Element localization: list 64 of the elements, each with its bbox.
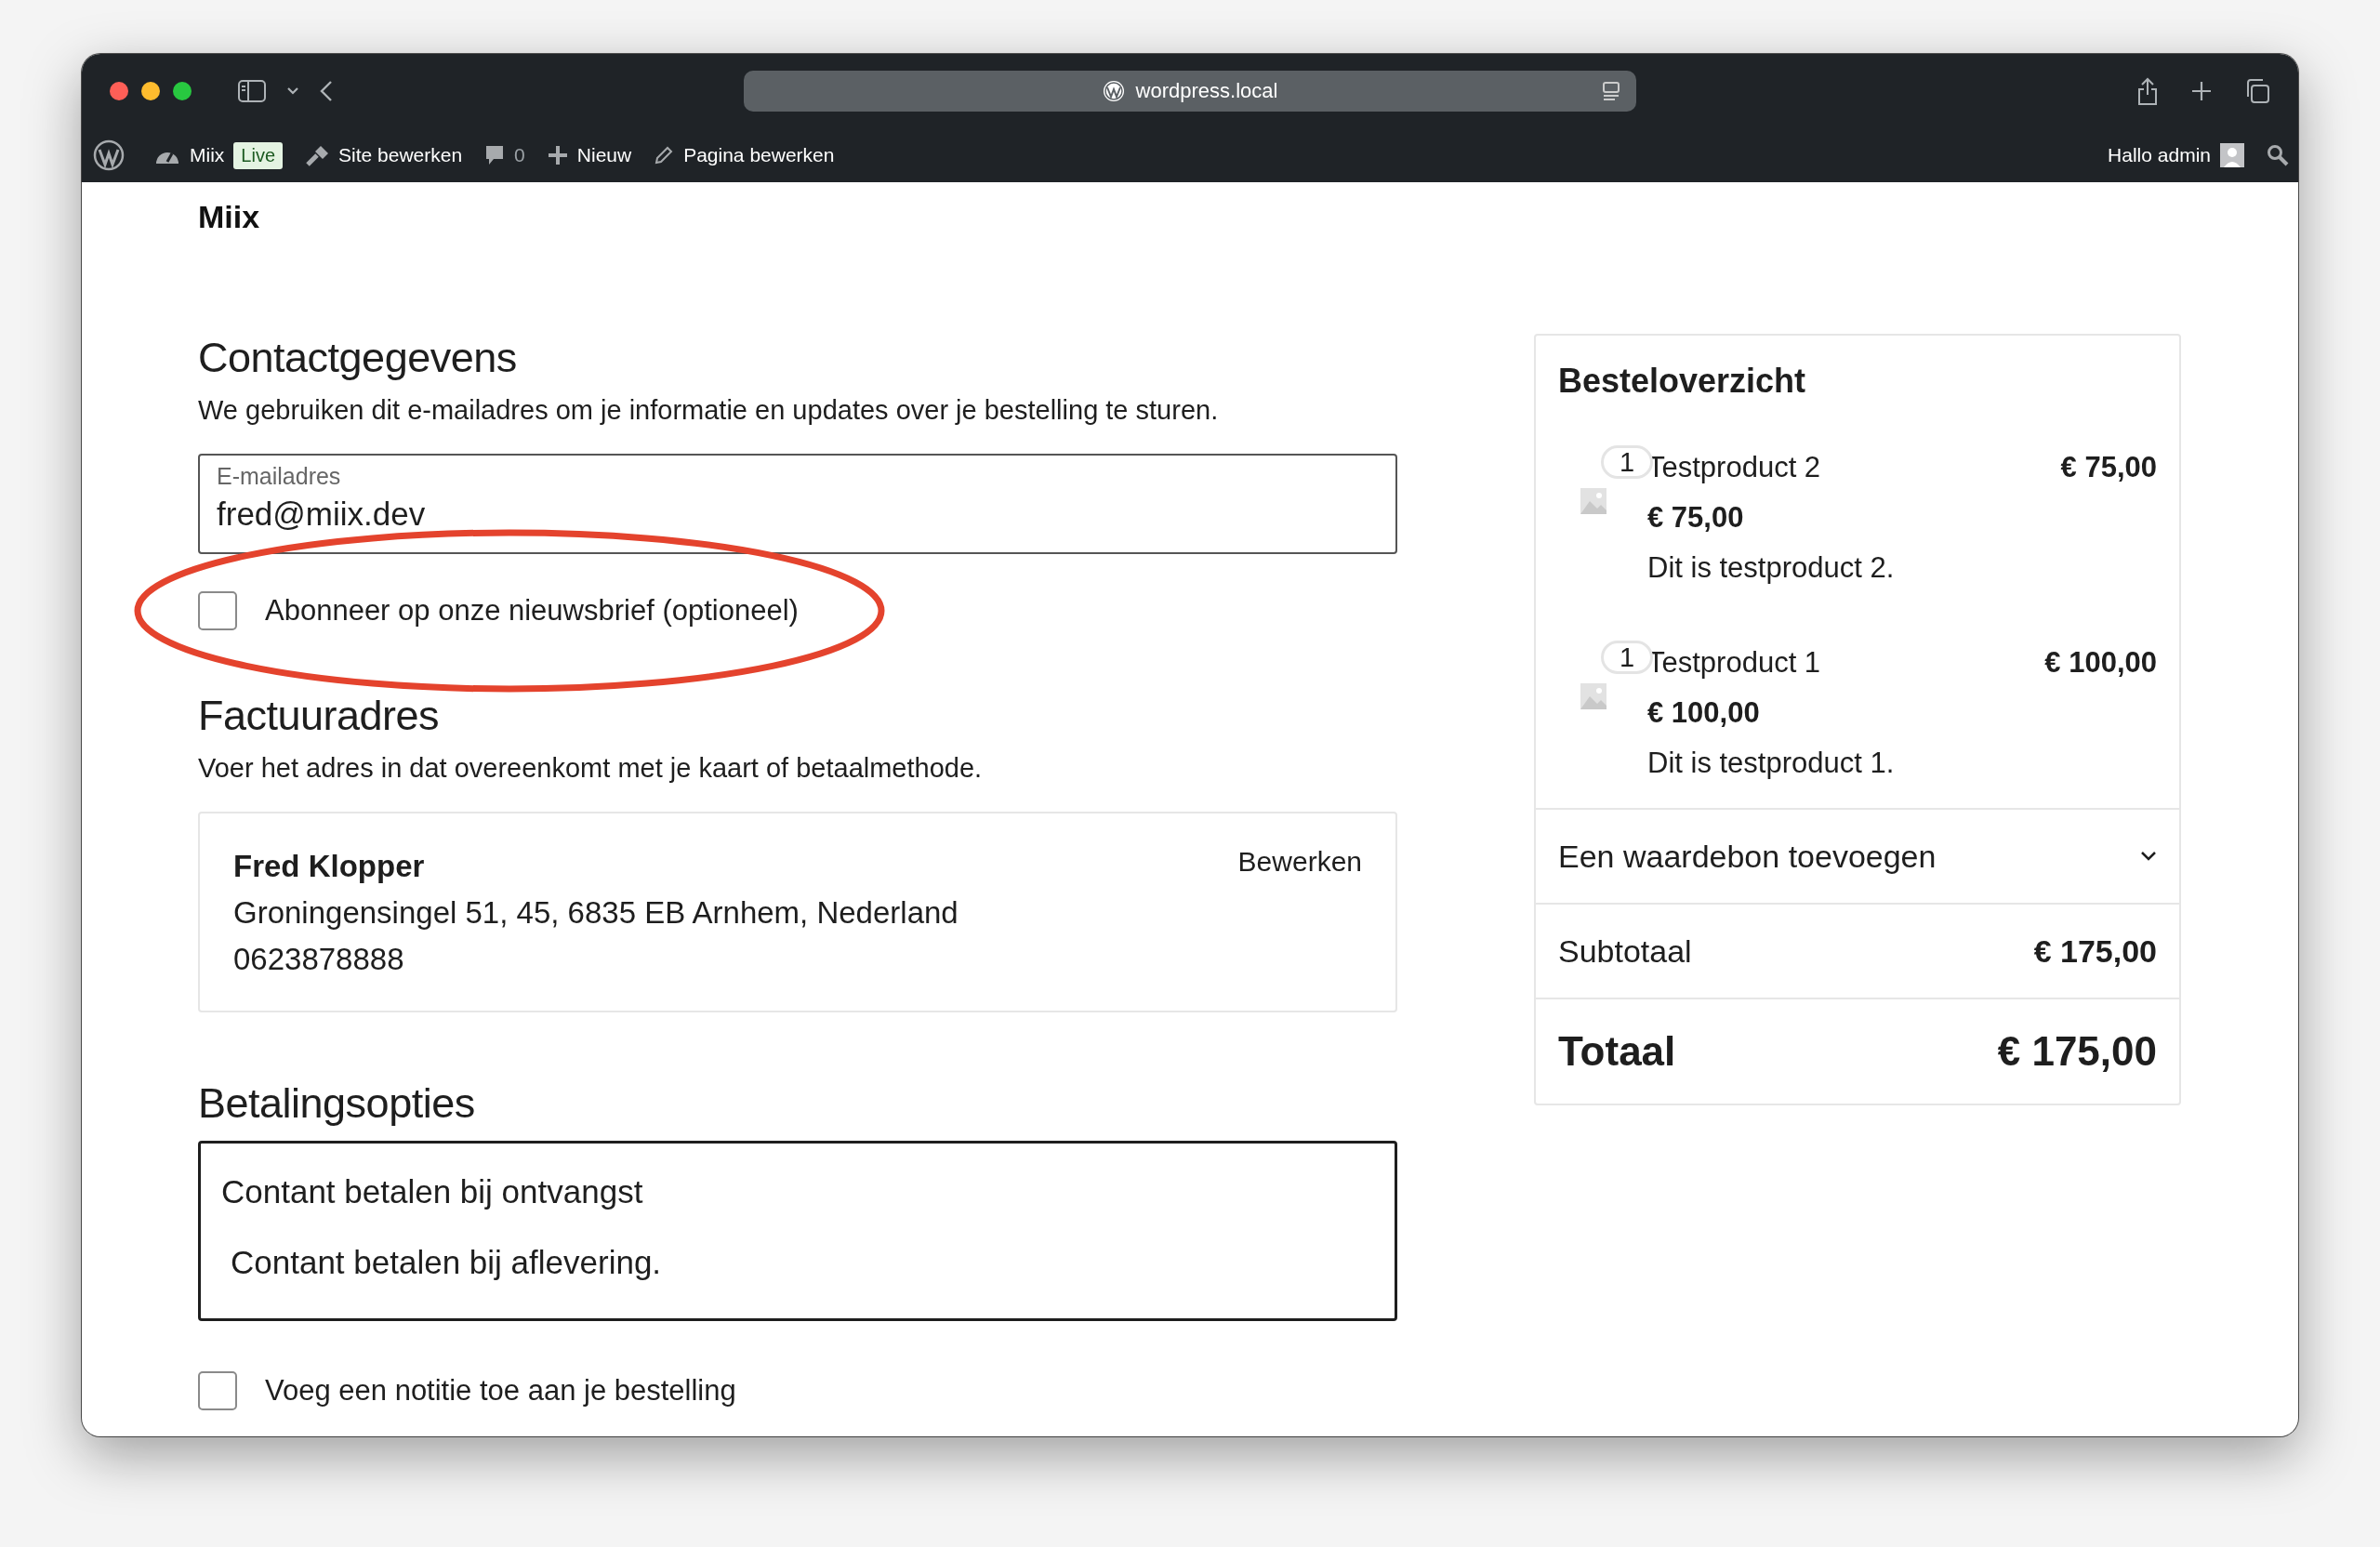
subtotal-label: Subtotaal — [1558, 932, 1692, 970]
coupon-label: Een waardebon toevoegen — [1558, 838, 1937, 875]
wordpress-icon — [1102, 80, 1125, 102]
checkbox-label: Voeg een notitie toe aan je bestelling — [265, 1374, 736, 1408]
close-button[interactable] — [110, 82, 128, 100]
back-icon[interactable] — [320, 80, 333, 102]
summary-heading: Besteloverzicht — [1557, 361, 1807, 402]
plus-icon[interactable] — [2190, 80, 2213, 102]
address-bar[interactable]: wordpress.local — [744, 71, 1636, 112]
email-field[interactable]: E-mailadres fred@miix.dev — [198, 454, 1397, 554]
tabs-icon[interactable] — [2244, 78, 2270, 104]
section-description: We gebruiken dit e-mailadres om je informatie en updates over je bestelling te sturen. — [198, 395, 1220, 426]
url-text: wordpress.local — [1135, 79, 1278, 103]
payment-option-title: Contant betalen bij ontvangst — [221, 1173, 644, 1210]
product-price: € 100,00 — [2044, 646, 2157, 680]
section-description: Voer het adres in dat overeenkomt met je kaart of betaalmethode. — [198, 753, 984, 784]
site-link[interactable]: Miix — [190, 144, 225, 166]
quantity-badge: 1 — [1601, 641, 1653, 674]
product-description: Dit is testproduct 2. — [1647, 551, 1896, 585]
total-value: € 175,00 — [1997, 1028, 2157, 1075]
chevron-down-icon[interactable] — [286, 86, 299, 96]
payment-option[interactable]: Contant betalen bij ontvangst Contant betalen bij aflevering. — [198, 1141, 1397, 1321]
wordpress-icon[interactable] — [93, 139, 125, 171]
new-link[interactable]: Nieuw — [576, 144, 632, 166]
address-text: Groningensingel 51, 45, 6835 EB Arnhem, Nederland — [233, 894, 959, 932]
minimize-button[interactable] — [141, 82, 160, 100]
share-icon[interactable] — [2136, 76, 2159, 106]
site-title[interactable]: Miix — [198, 199, 260, 235]
unit-price: € 100,00 — [1647, 696, 1761, 730]
field-label: E-mailadres — [217, 463, 342, 490]
site-edit-link[interactable]: Site bewerken — [338, 144, 463, 166]
edit-link[interactable]: Bewerken — [1237, 843, 1362, 890]
section-heading: Contactgegevens — [198, 334, 518, 382]
greeting-link[interactable]: Hallo admin — [2108, 144, 2211, 166]
reader-icon[interactable] — [1601, 81, 1621, 101]
product-price: € 75,00 — [2060, 451, 2157, 484]
pencil-icon[interactable] — [654, 145, 675, 165]
quantity-badge: 1 — [1601, 445, 1653, 479]
subtotal-value: € 175,00 — [2033, 932, 2157, 970]
chevron-down-icon[interactable] — [2140, 851, 2157, 862]
sidebar-icon[interactable] — [238, 80, 266, 102]
coupon-toggle[interactable]: Een waardebon toevoegen — [1536, 808, 2179, 903]
product-description: Dit is testproduct 1. — [1647, 747, 1896, 780]
live-badge: Live — [233, 141, 284, 169]
section-heading: Betalingsopties — [198, 1079, 476, 1128]
payment-option-description: Contant betalen bij aflevering. — [231, 1244, 663, 1281]
search-icon[interactable] — [2267, 144, 2289, 166]
avatar-icon — [2220, 143, 2244, 167]
zoom-button[interactable] — [173, 82, 192, 100]
comment-count[interactable]: 0 — [514, 144, 525, 166]
image-placeholder-icon — [1580, 488, 1606, 514]
section-heading: Factuuradres — [198, 692, 441, 740]
field-value: fred@miix.dev — [217, 496, 427, 533]
customer-name: Fred Klopper — [233, 848, 426, 885]
plus-icon[interactable] — [547, 145, 568, 165]
page-edit-link[interactable]: Pagina bewerken — [683, 144, 835, 166]
total-label: Totaal — [1558, 1028, 1676, 1075]
image-placeholder-icon — [1580, 683, 1606, 709]
checkbox[interactable] — [198, 591, 237, 630]
phone-text: 0623878888 — [233, 941, 405, 978]
unit-price: € 75,00 — [1647, 501, 1745, 535]
checkbox[interactable] — [198, 1371, 237, 1410]
comment-icon[interactable] — [484, 144, 506, 166]
checkbox-label: Abonneer op onze nieuwsbrief (optioneel) — [265, 594, 799, 628]
